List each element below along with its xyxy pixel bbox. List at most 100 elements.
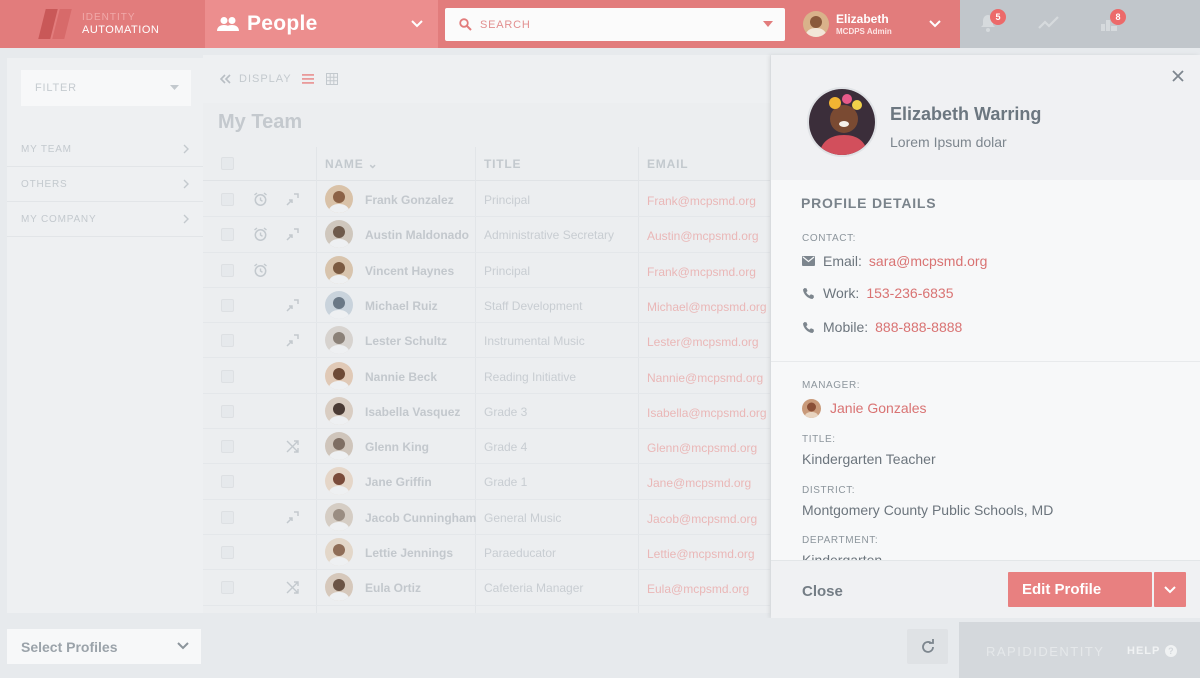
row-checkbox[interactable]: [221, 510, 234, 524]
row-name[interactable]: Isabella Vasquez: [365, 405, 460, 419]
assign-icon[interactable]: [285, 510, 300, 525]
table-row[interactable]: Lettie Jennings Paraeducator Lettie@mcpsmd…: [203, 535, 770, 571]
row-name[interactable]: Glenn King: [365, 440, 429, 454]
table-row[interactable]: Eula Ortiz Cafeteria Manager Eula@mcpsmd.o…: [203, 570, 770, 606]
column-header-title[interactable]: TITLE: [484, 157, 521, 171]
collapse-double-chevron-icon[interactable]: [219, 74, 231, 84]
shuffle-icon[interactable]: [285, 580, 300, 595]
row-checkbox[interactable]: [221, 334, 234, 348]
row-name[interactable]: Jacob Cunningham: [365, 511, 476, 525]
search-input[interactable]: [480, 18, 750, 31]
list-view-icon[interactable]: [301, 74, 314, 84]
row-checkbox[interactable]: [221, 263, 234, 277]
row-checkbox[interactable]: [221, 298, 234, 312]
row-email[interactable]: Frank@mcpsmd.org: [647, 265, 756, 279]
phone-icon: [803, 287, 814, 299]
assign-icon[interactable]: [285, 298, 300, 313]
table-row[interactable]: Austin Maldonado Administrative Secretary…: [203, 217, 770, 253]
edit-profile-button[interactable]: Edit Profile: [1008, 572, 1152, 607]
row-checkbox[interactable]: [221, 404, 234, 418]
row-name[interactable]: Jane Griffin: [365, 475, 432, 489]
alarm-icon[interactable]: [253, 263, 268, 278]
row-checkbox[interactable]: [221, 475, 234, 489]
row-checkbox[interactable]: [221, 581, 234, 595]
select-all-checkbox[interactable]: [221, 157, 234, 170]
close-button[interactable]: Close: [802, 583, 843, 600]
table-row[interactable]: Jane Griffin Grade 1 Jane@mcpsmd.org: [203, 464, 770, 500]
profile-subtitle: Lorem Ipsum dolar: [890, 134, 1007, 150]
avatar: [325, 220, 353, 249]
table-row[interactable]: Michael Ruiz Staff Development Michael@mcp…: [203, 288, 770, 324]
caret-down-icon[interactable]: [763, 21, 773, 27]
row-email[interactable]: Michael@mcpsmd.org: [647, 300, 767, 314]
row-name[interactable]: Austin Maldonado: [365, 228, 469, 242]
row-name[interactable]: Lester Schultz: [365, 334, 447, 348]
row-email[interactable]: Nannie@mcpsmd.org: [647, 371, 763, 385]
row-email[interactable]: Glenn@mcpsmd.org: [647, 441, 757, 455]
tasks-button[interactable]: 8: [1100, 9, 1126, 32]
row-title: Cafeteria Manager: [484, 581, 584, 596]
row-email[interactable]: Lester@mcpsmd.org: [647, 335, 759, 349]
email-link[interactable]: sara@mcpsmd.org: [869, 253, 987, 269]
shuffle-icon[interactable]: [285, 439, 300, 454]
table-row[interactable]: Nannie Beck Reading Initiative Nannie@mcps…: [203, 359, 770, 394]
table-row[interactable]: Vincent Haynes Principal Frank@mcpsmd.org: [203, 253, 770, 288]
row-email[interactable]: Austin@mcpsmd.org: [647, 229, 759, 243]
row-name[interactable]: Frank Gonzalez: [365, 193, 454, 207]
row-email[interactable]: Lettie@mcpsmd.org: [647, 547, 755, 561]
table-row[interactable]: Isabella Vasquez Grade 3 Isabella@mcpsmd.o…: [203, 394, 770, 430]
chevron-right-icon: [183, 144, 189, 154]
table-row[interactable]: Glenn King Grade 4 Glenn@mcpsmd.org: [203, 429, 770, 465]
row-name[interactable]: Vincent Haynes: [365, 264, 454, 278]
filter-placeholder: FILTER: [35, 82, 77, 94]
column-header-name[interactable]: NAME ⌄: [325, 157, 379, 171]
identity-automation-logo[interactable]: IDENTITY AUTOMATION: [0, 0, 205, 48]
row-checkbox[interactable]: [221, 546, 234, 559]
filter-dropdown[interactable]: FILTER: [21, 70, 191, 106]
select-profiles-dropdown[interactable]: Select Profiles: [7, 629, 201, 664]
row-name[interactable]: Michael Ruiz: [365, 299, 438, 313]
close-icon[interactable]: [1172, 70, 1184, 82]
row-email[interactable]: Jane@mcpsmd.org: [647, 476, 751, 490]
sidebar-item-others[interactable]: OTHERS: [7, 167, 203, 202]
search-box[interactable]: [445, 8, 785, 41]
column-header-email[interactable]: EMAIL: [647, 157, 688, 171]
analytics-button[interactable]: [1038, 16, 1060, 30]
mobile-phone-link[interactable]: 888-888-8888: [875, 319, 962, 335]
edit-options-dropdown[interactable]: [1154, 572, 1186, 607]
row-checkbox[interactable]: [221, 369, 234, 383]
row-name[interactable]: Eula Ortiz: [365, 581, 421, 595]
row-name[interactable]: Nannie Beck: [365, 370, 437, 384]
avatar: [325, 290, 353, 319]
table-row[interactable]: Frank Gonzalez Principal Frank@mcpsmd.org: [203, 182, 770, 218]
refresh-button[interactable]: [907, 629, 948, 664]
user-menu[interactable]: Elizabeth MCDPS Admin: [795, 0, 960, 48]
sidebar-item-my-team[interactable]: MY TEAM: [7, 132, 203, 167]
assign-icon[interactable]: [285, 192, 300, 207]
manager-link[interactable]: Janie Gonzales: [830, 400, 927, 416]
module-switcher[interactable]: People: [205, 0, 438, 48]
assign-icon[interactable]: [285, 227, 300, 242]
chevron-right-icon: [183, 214, 189, 224]
work-phone-link[interactable]: 153-236-6835: [866, 285, 953, 301]
row-checkbox[interactable]: [221, 440, 234, 454]
grid-view-icon[interactable]: [325, 73, 338, 85]
work-key: Work:: [823, 285, 860, 301]
row-email[interactable]: Eula@mcpsmd.org: [647, 582, 749, 596]
row-name[interactable]: Lettie Jennings: [365, 546, 453, 560]
help-link[interactable]: HELP ?: [1127, 645, 1178, 657]
table-row[interactable]: Lester Schultz Instrumental Music Lester@m…: [203, 323, 770, 359]
sidebar-item-my-company[interactable]: MY COMPANY: [7, 202, 203, 237]
table-row[interactable]: Jacob Cunningham General Music Jacob@mcpsm…: [203, 500, 770, 535]
row-email[interactable]: Jacob@mcpsmd.org: [647, 512, 757, 526]
assign-icon[interactable]: [285, 333, 300, 348]
row-checkbox[interactable]: [221, 193, 234, 206]
row-email[interactable]: Isabella@mcpsmd.org: [647, 406, 767, 420]
row-email[interactable]: Frank@mcpsmd.org: [647, 194, 756, 208]
alarm-icon[interactable]: [253, 192, 268, 207]
alarm-icon[interactable]: [253, 227, 268, 242]
search-icon: [459, 18, 472, 31]
notifications-button[interactable]: 5: [980, 9, 1006, 32]
logo-mark-icon: [38, 9, 74, 39]
row-checkbox[interactable]: [221, 228, 234, 242]
